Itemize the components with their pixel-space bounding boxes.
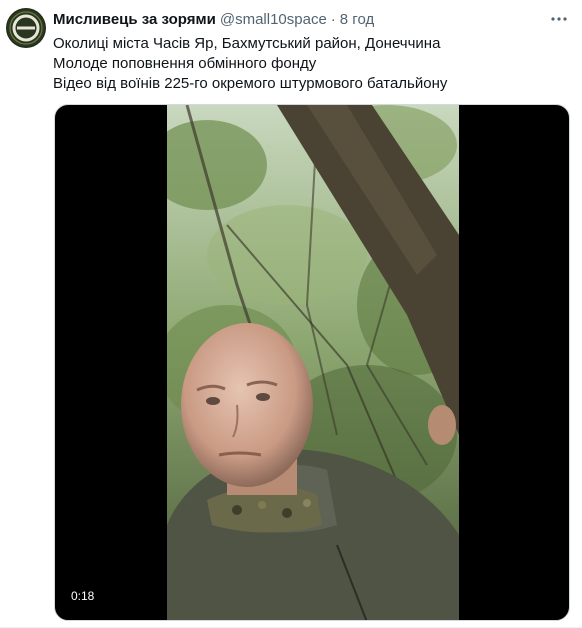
avatar[interactable] <box>6 8 46 48</box>
video-duration: 0:18 <box>65 586 101 606</box>
video-player[interactable]: 0:18 <box>54 104 570 621</box>
author-handle[interactable]: @small10space <box>220 11 327 29</box>
video-frame <box>167 105 459 620</box>
tweet-text-line: Відео від воїнів 225-го окремого штурмов… <box>53 75 448 92</box>
tweet-text: Околиці міста Часів Яр, Бахмутський райо… <box>53 34 568 94</box>
video-thumbnail <box>167 105 459 620</box>
tweet-text-line: Молоде поповнення обмінного фонду <box>53 55 317 72</box>
author-display-name[interactable]: Мисливець за зорями <box>53 11 216 29</box>
tweet[interactable]: Мисливець за зорями @small10space · 8 го… <box>0 0 582 628</box>
more-horizontal-icon <box>551 17 567 21</box>
separator-dot: · <box>330 11 336 28</box>
more-options-button[interactable] <box>548 8 570 30</box>
tweet-timestamp[interactable]: 8 год <box>340 11 374 29</box>
tweet-text-line: Околиці міста Часів Яр, Бахмутський райо… <box>53 35 441 52</box>
avatar-logo <box>7 9 45 47</box>
tweet-header: Мисливець за зорями @small10space · 8 го… <box>53 11 562 29</box>
